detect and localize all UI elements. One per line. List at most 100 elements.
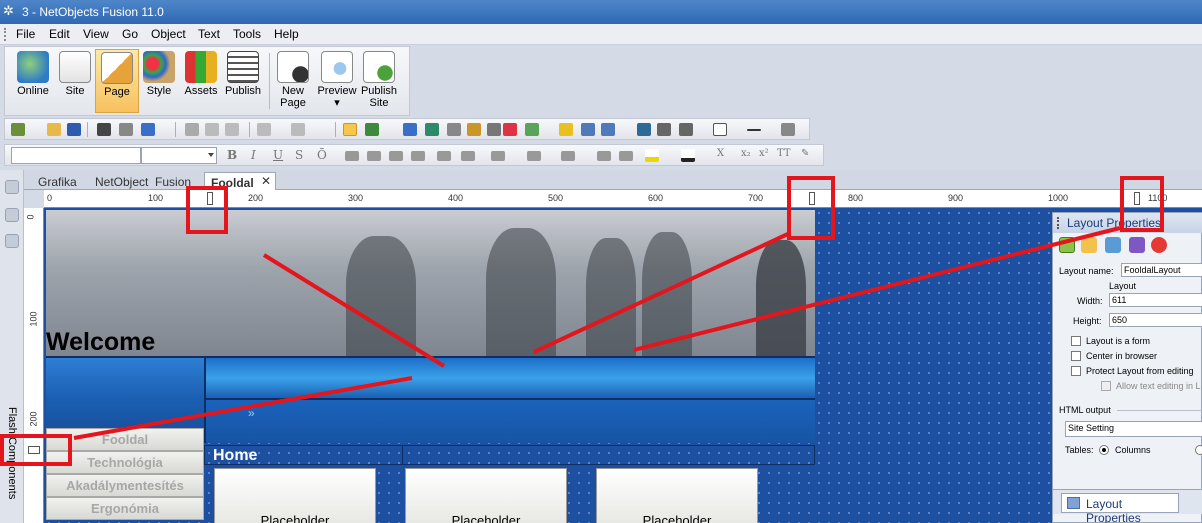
table-icon[interactable] xyxy=(525,123,539,136)
form-list-icon[interactable] xyxy=(679,123,693,136)
menu-file[interactable]: File xyxy=(16,27,35,41)
background-icon[interactable] xyxy=(1081,237,1097,253)
clear-format-icon[interactable]: X xyxy=(717,148,724,159)
view-page-button[interactable]: Page xyxy=(95,49,139,113)
allow-text-editing-checkbox[interactable] xyxy=(1101,381,1111,391)
menu-help[interactable]: Help xyxy=(274,27,299,41)
form-icon[interactable] xyxy=(601,123,615,136)
underline-icon[interactable]: U xyxy=(273,148,283,162)
cut-icon[interactable] xyxy=(185,123,199,136)
view-style-button[interactable]: Style xyxy=(137,49,181,113)
actions-icon[interactable] xyxy=(1129,237,1145,253)
layout-region-icon[interactable] xyxy=(559,123,573,136)
center-in-browser-checkbox[interactable] xyxy=(1071,351,1081,361)
left-banner-block[interactable] xyxy=(46,356,204,426)
publish-site-button[interactable]: Publish Site xyxy=(357,49,401,113)
picture-tool-icon[interactable] xyxy=(425,123,439,136)
align-center-icon[interactable] xyxy=(367,151,381,161)
bullets-icon[interactable] xyxy=(561,151,575,161)
layout-name-field[interactable]: FooldalLayout xyxy=(1121,263,1202,277)
layout-icon[interactable] xyxy=(1059,237,1075,253)
home-title-bar[interactable]: Home xyxy=(204,445,815,465)
outdent-icon[interactable] xyxy=(619,151,633,161)
placeholder-box[interactable]: Placeholder xyxy=(596,468,758,523)
nav-item-akadalymentesites[interactable]: Akadálymentesítés xyxy=(46,474,204,497)
placeholder-box[interactable]: Placeholder xyxy=(405,468,567,523)
width-field[interactable]: 611 xyxy=(1109,293,1202,307)
html-output-select[interactable]: Site Setting xyxy=(1065,421,1202,437)
new-page-button[interactable]: New Page xyxy=(271,49,315,113)
word-spacing-icon[interactable] xyxy=(527,151,541,161)
paragraph-spacing-icon[interactable] xyxy=(461,151,475,161)
copy-icon[interactable] xyxy=(205,123,219,136)
banner-image[interactable] xyxy=(46,210,815,356)
component-cube-icon[interactable] xyxy=(5,234,19,248)
binoculars-icon[interactable] xyxy=(97,123,111,136)
nav-item-ergonomia[interactable]: Ergonómia xyxy=(46,497,204,520)
spellcheck-icon[interactable] xyxy=(141,123,155,136)
align-right-icon[interactable] xyxy=(389,151,403,161)
open-folder-icon[interactable] xyxy=(47,123,61,136)
align-left-icon[interactable] xyxy=(345,151,359,161)
view-publish-button[interactable]: Publish xyxy=(221,49,265,113)
placeholder-box[interactable]: Placeholder xyxy=(214,468,376,523)
justify-icon[interactable] xyxy=(411,151,425,161)
strikethrough-icon[interactable]: S xyxy=(295,148,303,162)
blue-header-bar[interactable] xyxy=(204,356,815,398)
panel-grip[interactable] xyxy=(1057,217,1059,229)
menu-tools[interactable]: Tools xyxy=(233,27,261,41)
print-icon[interactable] xyxy=(119,123,133,136)
page-canvas[interactable]: Welcome » Fooldal Technológia Akadálymen… xyxy=(44,208,1202,523)
menu-go[interactable]: Go xyxy=(122,27,138,41)
preview-button[interactable]: Preview ▾ xyxy=(315,49,359,113)
form-field-icon[interactable] xyxy=(637,123,651,136)
component-cube-icon[interactable] xyxy=(5,208,19,222)
columns-radio[interactable] xyxy=(1099,445,1109,455)
font-combo[interactable] xyxy=(11,147,141,164)
indent-icon[interactable] xyxy=(597,151,611,161)
view-assets-button[interactable]: Assets xyxy=(179,49,223,113)
subscript-icon[interactable]: x₂ xyxy=(741,148,751,159)
script-icon[interactable] xyxy=(1105,237,1121,253)
form-button-icon[interactable] xyxy=(657,123,671,136)
view-online-button[interactable]: Online xyxy=(11,49,55,113)
superscript-icon[interactable]: x² xyxy=(759,148,769,159)
tab-netobject-fusion[interactable]: NetObject Fusion xyxy=(89,172,197,190)
line-spacing-icon[interactable] xyxy=(437,151,451,161)
select-arrow-icon[interactable] xyxy=(343,123,357,136)
redo-icon[interactable] xyxy=(291,123,305,136)
welcome-heading[interactable]: Welcome xyxy=(46,328,155,357)
other-table-radio[interactable] xyxy=(1195,445,1202,455)
tab-grafika[interactable]: Grafika xyxy=(32,172,83,190)
text-case-icon[interactable]: TT xyxy=(777,148,791,159)
component-cube-icon[interactable] xyxy=(5,180,19,194)
protect-layout-checkbox[interactable] xyxy=(1071,366,1081,376)
more-tools-icon[interactable] xyxy=(781,123,795,136)
height-field[interactable]: 650 xyxy=(1109,313,1202,327)
line-icon[interactable] xyxy=(747,129,761,131)
anchor-icon[interactable] xyxy=(467,123,481,136)
italic-icon[interactable]: I xyxy=(251,148,256,162)
menu-view[interactable]: View xyxy=(83,27,109,41)
format-painter-icon[interactable]: ✎ xyxy=(801,148,809,159)
layout-properties-tab[interactable]: Layout Properties xyxy=(1061,493,1179,523)
bold-icon[interactable]: B xyxy=(227,148,237,162)
close-icon[interactable]: ✕ xyxy=(261,174,271,188)
text-color-icon[interactable] xyxy=(681,149,695,162)
menu-text[interactable]: Text xyxy=(198,27,220,41)
link-icon[interactable] xyxy=(487,123,501,136)
menu-object[interactable]: Object xyxy=(151,27,186,41)
menu-edit[interactable]: Edit xyxy=(49,27,70,41)
media-tool-icon[interactable] xyxy=(447,123,461,136)
view-site-button[interactable]: Site xyxy=(53,49,97,113)
rectangle-icon[interactable] xyxy=(713,123,727,136)
site-icon[interactable] xyxy=(11,123,25,136)
overline-icon[interactable]: Ō xyxy=(317,148,327,162)
settings-icon[interactable] xyxy=(1151,237,1167,253)
undo-icon[interactable] xyxy=(257,123,271,136)
font-size-combo[interactable] xyxy=(141,147,217,164)
character-spacing-icon[interactable] xyxy=(491,151,505,161)
component-icon[interactable] xyxy=(503,123,517,136)
highlight-color-icon[interactable] xyxy=(645,149,659,162)
zoom-icon[interactable] xyxy=(365,123,379,136)
